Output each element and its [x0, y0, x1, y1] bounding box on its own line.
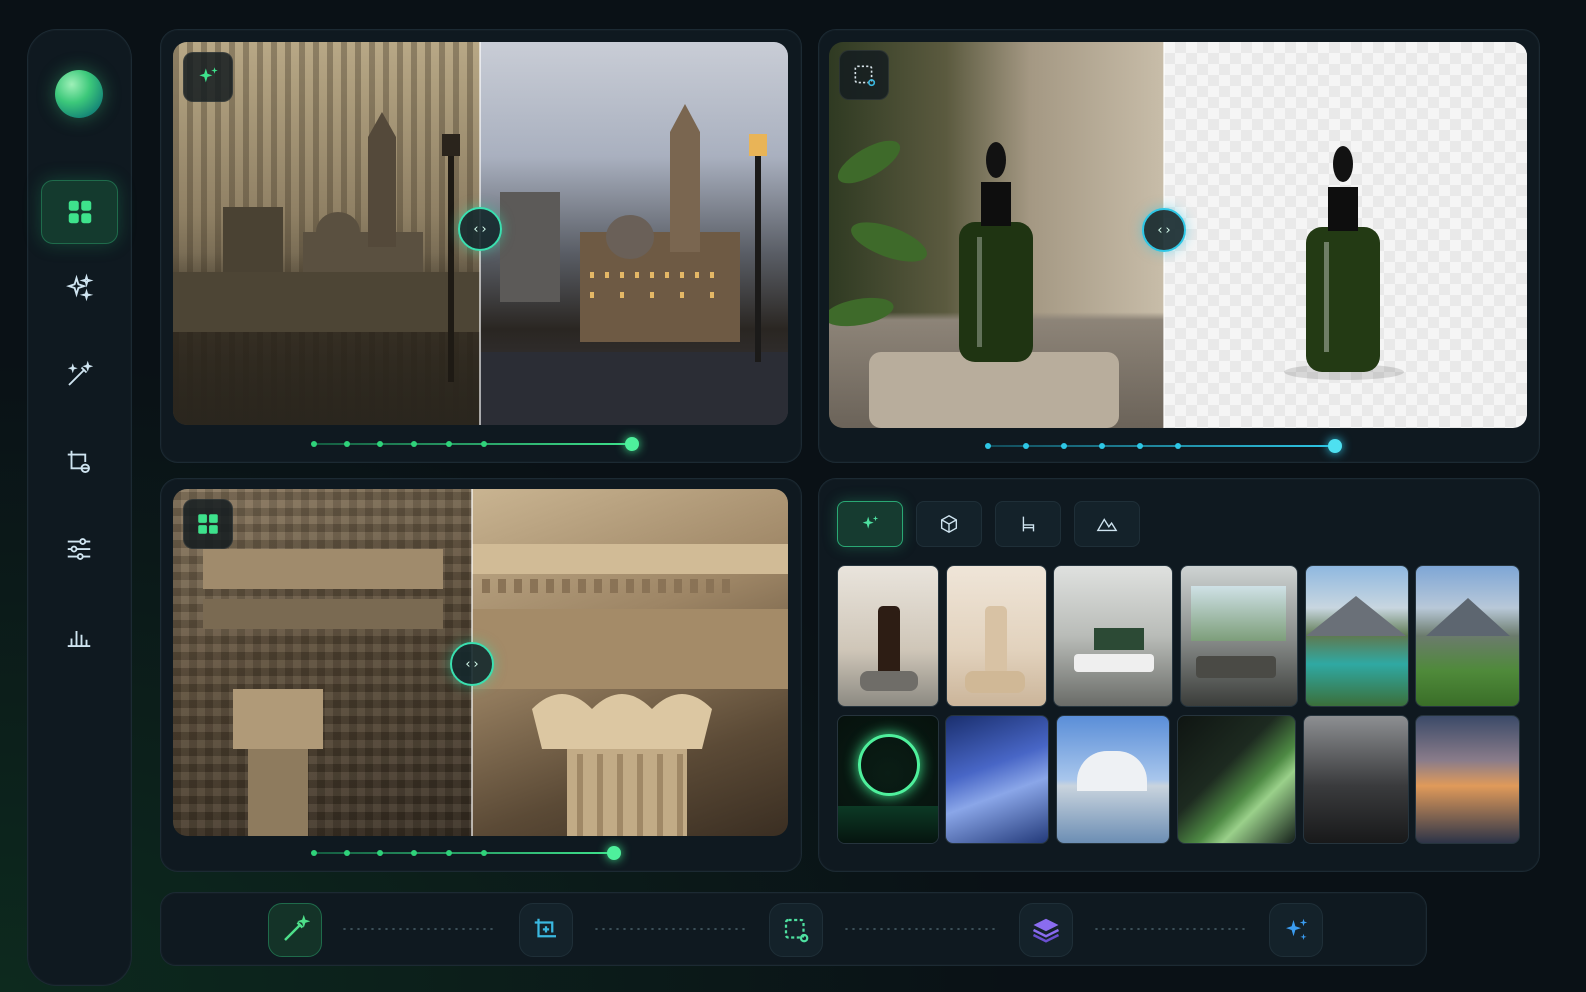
- selection-icon: [854, 65, 876, 87]
- thumbnail-dark-dunes[interactable]: [1303, 715, 1409, 844]
- sparkles-icon: [199, 67, 218, 83]
- compare-handle[interactable]: ‹›: [458, 207, 502, 251]
- crop-plus-icon: [534, 918, 556, 938]
- workflow-toolbar: [160, 892, 1427, 966]
- thumbnail-alpine-lake[interactable]: [1305, 565, 1409, 707]
- sparkles-icon: [65, 273, 93, 302]
- sparkles-icon: [862, 515, 879, 529]
- restored-city-illustration: [480, 104, 788, 425]
- dashboard-grid-icon: [68, 200, 91, 224]
- sidebar-item-magic-wand[interactable]: [41, 344, 116, 406]
- sliders-icon: [67, 538, 90, 560]
- upscale-progress-slider[interactable]: [311, 843, 621, 863]
- thumbnail-white-arches[interactable]: [1056, 715, 1170, 844]
- mountain-icon: [1096, 518, 1118, 532]
- thumbnail-lounge-window-view[interactable]: [1180, 565, 1298, 707]
- tab-ai-backgrounds[interactable]: [837, 501, 903, 547]
- thumbnail-modern-living-room[interactable]: [1053, 565, 1173, 707]
- selection-badge[interactable]: [839, 50, 889, 100]
- sidebar-item-analytics[interactable]: [41, 605, 116, 667]
- tab-3d-objects[interactable]: [916, 501, 982, 547]
- upscale-badge[interactable]: [183, 499, 233, 549]
- layers-icon: [1032, 918, 1060, 943]
- dashboard-grid-icon: [198, 514, 218, 534]
- restore-compare-panel: ‹›: [160, 29, 802, 463]
- tool-ai-generate[interactable]: [1269, 903, 1323, 957]
- compare-image[interactable]: ‹›: [173, 489, 788, 836]
- thumbnail-blue-waves[interactable]: [945, 715, 1049, 844]
- magic-wand-icon: [67, 360, 93, 386]
- logo-orb[interactable]: [55, 70, 103, 118]
- restore-badge[interactable]: [183, 52, 233, 102]
- after-image: [480, 42, 788, 425]
- sidebar: [27, 29, 132, 986]
- restore-progress-slider[interactable]: [311, 434, 641, 454]
- sidebar-item-ai-enhance[interactable]: [41, 257, 116, 319]
- sparkles-icon: [1286, 918, 1308, 940]
- tool-magic-wand[interactable]: [268, 903, 322, 957]
- compare-image[interactable]: ‹›: [829, 42, 1527, 428]
- tool-select[interactable]: [769, 903, 823, 957]
- thumbnail-sunset-clouds[interactable]: [1415, 715, 1520, 844]
- chair-icon: [1022, 516, 1035, 532]
- step-connector: [593, 928, 749, 930]
- sidebar-item-dashboard[interactable]: [41, 180, 118, 244]
- bar-chart-icon: [67, 631, 90, 647]
- after-image: [1164, 42, 1527, 428]
- cube-icon: [940, 514, 958, 534]
- thumbnail-green-geometric[interactable]: [1177, 715, 1296, 844]
- sidebar-item-crop[interactable]: [41, 431, 116, 493]
- tool-layers[interactable]: [1019, 903, 1073, 957]
- sidebar-item-adjustments[interactable]: [41, 518, 116, 580]
- background-removal-panel: ‹›: [818, 29, 1540, 463]
- thumbnail-mountain-meadow[interactable]: [1415, 565, 1520, 707]
- tool-crop[interactable]: [519, 903, 573, 957]
- compare-image[interactable]: ‹›: [173, 42, 788, 425]
- magic-wand-icon: [284, 915, 310, 941]
- background-gallery-panel: [818, 478, 1540, 872]
- bottle-cutout-illustration: [1284, 146, 1404, 380]
- selection-icon: [784, 918, 809, 943]
- sharp-column-illustration: [472, 544, 788, 836]
- step-connector: [341, 928, 497, 930]
- step-connector: [843, 928, 999, 930]
- step-connector: [1093, 928, 1249, 930]
- after-image: [472, 489, 788, 836]
- tab-interiors[interactable]: [995, 501, 1061, 547]
- thumbnail-neon-ring[interactable]: [837, 715, 939, 844]
- bg-removal-progress-slider[interactable]: [985, 436, 1345, 456]
- upscale-compare-panel: ‹›: [160, 478, 802, 872]
- tab-landscapes[interactable]: [1074, 501, 1140, 547]
- compare-handle[interactable]: ‹›: [450, 642, 494, 686]
- thumbnail-cream-bottle-pedestal[interactable]: [946, 565, 1047, 707]
- thumbnail-dark-bottle-stone[interactable]: [837, 565, 939, 707]
- crop-icon: [67, 450, 90, 473]
- compare-handle[interactable]: ‹›: [1142, 208, 1186, 252]
